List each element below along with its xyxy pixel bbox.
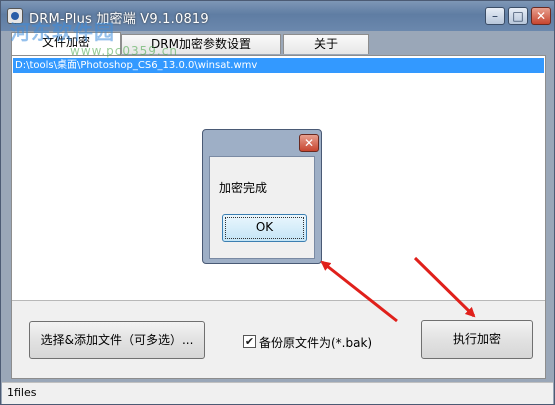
close-button[interactable]: ✕ — [531, 7, 551, 25]
status-text: 1files — [7, 386, 37, 399]
dialog-ok-button[interactable]: OK — [222, 214, 307, 242]
tab-about[interactable]: 关于 — [283, 34, 369, 54]
add-files-button[interactable]: 选择&添加文件（可多选）... — [29, 321, 205, 359]
dialog-close-button[interactable]: ✕ — [299, 134, 319, 152]
encrypt-button[interactable]: 执行加密 — [421, 320, 533, 359]
maximize-button[interactable]: □ — [508, 7, 528, 25]
dialog-message: 加密完成 — [219, 181, 268, 195]
file-list-item[interactable]: D:\tools\桌面\Photoshop_CS6_13.0.0\winsat.… — [13, 58, 544, 73]
message-dialog: ✕ 加密完成 OK — [202, 129, 322, 264]
backup-checkbox[interactable]: ✔ — [243, 335, 256, 348]
watermark-url: www.pc0359.cn — [70, 44, 178, 58]
watermark-text: 河东软件园 — [10, 20, 115, 44]
minimize-button[interactable]: – — [485, 7, 505, 25]
dialog-body: 加密完成 OK — [209, 156, 315, 259]
status-bar: 1files — [2, 382, 553, 404]
backup-label[interactable]: 备份原文件为(*.bak) — [259, 334, 372, 351]
